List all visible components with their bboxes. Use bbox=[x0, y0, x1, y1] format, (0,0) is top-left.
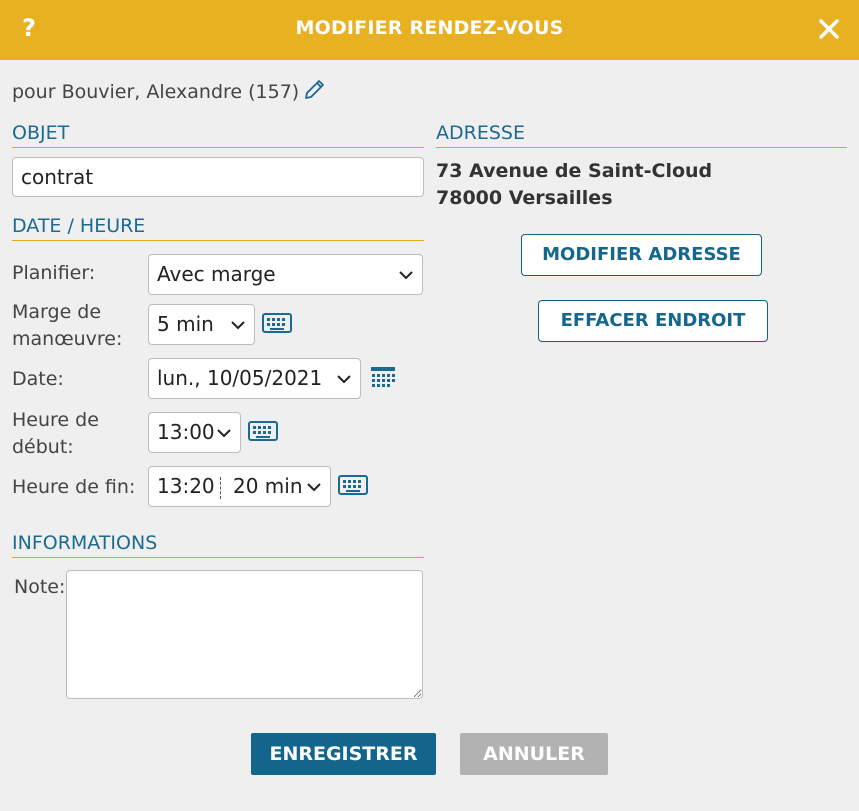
pencil-icon[interactable] bbox=[303, 77, 327, 101]
date-label: Date: bbox=[12, 368, 64, 390]
heure-fin-duration: 20 min bbox=[233, 474, 303, 498]
chevron-down-icon bbox=[231, 321, 245, 330]
heure-fin-label: Heure de fin: bbox=[12, 476, 136, 498]
close-icon[interactable] bbox=[816, 14, 842, 44]
chevron-down-icon bbox=[337, 375, 351, 384]
chevron-down-icon bbox=[217, 429, 231, 438]
keyboard-icon[interactable] bbox=[248, 421, 278, 441]
clear-location-button[interactable]: EFFACER ENDROIT bbox=[538, 300, 768, 342]
section-adresse: ADRESSE bbox=[436, 122, 847, 148]
marge-label: Marge de manœuvre: bbox=[12, 299, 122, 353]
date-value: lun., 10/05/2021 bbox=[157, 366, 323, 390]
planifier-select[interactable]: Avec marge bbox=[148, 254, 423, 295]
patient-subtitle: pour Bouvier, Alexandre (157) bbox=[12, 77, 327, 103]
planifier-value: Avec marge bbox=[157, 262, 276, 286]
keyboard-icon[interactable] bbox=[262, 313, 292, 333]
objet-value: contrat bbox=[21, 165, 94, 189]
marge-label-line1: Marge de bbox=[12, 301, 102, 323]
heure-debut-label-line1: Heure de bbox=[12, 409, 99, 431]
heure-fin-time: 13:20 bbox=[157, 474, 215, 498]
subtitle-text: pour Bouvier, Alexandre (157) bbox=[12, 81, 300, 103]
heure-debut-value: 13:00 bbox=[157, 420, 215, 444]
save-button[interactable]: ENREGISTRER bbox=[251, 733, 436, 775]
section-date-heure: DATE / HEURE bbox=[12, 215, 424, 241]
modify-address-button[interactable]: MODIFIER ADRESSE bbox=[521, 234, 762, 276]
heure-fin-select[interactable]: 13:20 20 min bbox=[148, 466, 331, 507]
section-objet: OBJET bbox=[12, 122, 424, 148]
heure-debut-select[interactable]: 13:00 bbox=[148, 412, 241, 453]
planifier-label: Planifier: bbox=[12, 262, 96, 284]
address-line1: 73 Avenue de Saint-Cloud bbox=[436, 160, 713, 182]
calendar-icon[interactable] bbox=[370, 366, 396, 388]
note-textarea[interactable] bbox=[66, 570, 423, 699]
note-label: Note: bbox=[14, 576, 66, 598]
dialog-titlebar: ? MODIFIER RENDEZ-VOUS bbox=[0, 0, 859, 60]
marge-select[interactable]: 5 min bbox=[148, 304, 255, 345]
marge-value: 5 min bbox=[157, 312, 214, 336]
cancel-button[interactable]: ANNULER bbox=[460, 733, 608, 775]
chevron-down-icon bbox=[399, 271, 413, 280]
objet-input[interactable]: contrat bbox=[12, 157, 424, 197]
keyboard-icon[interactable] bbox=[338, 475, 368, 495]
section-informations: INFORMATIONS bbox=[12, 532, 424, 558]
dialog-title: MODIFIER RENDEZ-VOUS bbox=[295, 17, 564, 39]
marge-label-line2: manœuvre: bbox=[12, 328, 123, 350]
heure-fin-separator bbox=[220, 477, 221, 499]
heure-debut-label-line2: début: bbox=[12, 436, 74, 458]
address-line2: 78000 Versailles bbox=[436, 187, 613, 209]
date-select[interactable]: lun., 10/05/2021 bbox=[148, 358, 361, 399]
chevron-down-icon bbox=[307, 483, 321, 492]
address-block: 73 Avenue de Saint-Cloud 78000 Versaille… bbox=[436, 158, 712, 212]
heure-debut-label: Heure de début: bbox=[12, 407, 99, 461]
